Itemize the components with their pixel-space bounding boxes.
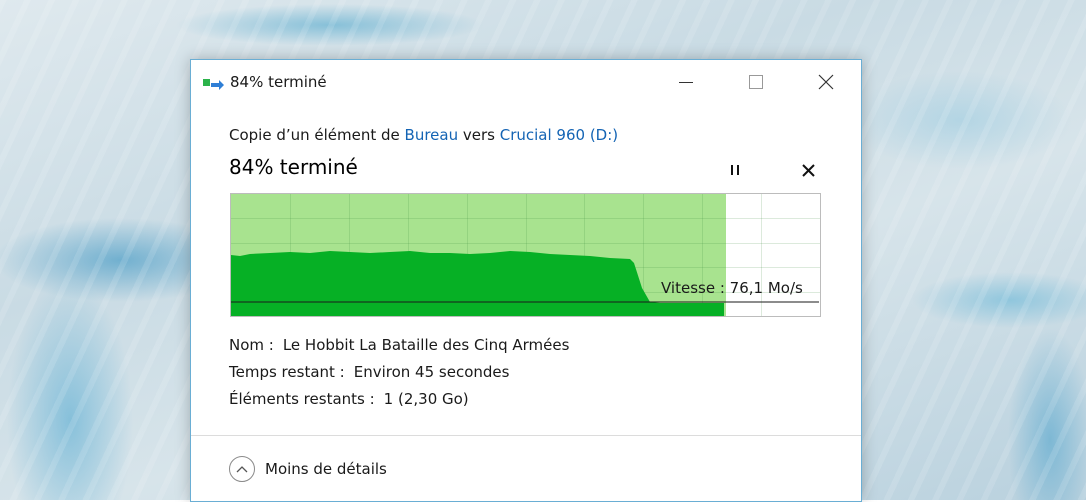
copy-progress-dialog: 84% terminé Copie d’un élément de Bureau…	[190, 59, 862, 502]
cancel-button[interactable]	[798, 160, 818, 180]
time-remaining-row: Temps restant : Environ 45 secondes	[229, 363, 509, 381]
maximize-button[interactable]	[721, 60, 791, 104]
footer-divider	[191, 435, 861, 436]
source-link[interactable]: Bureau	[405, 126, 459, 144]
copy-prefix: Copie d’un élément de	[229, 126, 405, 144]
copy-transfer-icon	[203, 76, 225, 90]
file-name-value: Le Hobbit La Bataille des Cinq Armées	[282, 336, 570, 354]
transfer-speed-graph	[230, 193, 821, 317]
copy-middle: vers	[458, 126, 500, 144]
destination-link[interactable]: Crucial 960 (D:)	[500, 126, 618, 144]
pause-button[interactable]	[725, 160, 745, 180]
minimize-button[interactable]	[651, 60, 721, 104]
time-remaining-value: Environ 45 secondes	[353, 363, 510, 381]
file-name-row: Nom : Le Hobbit La Bataille des Cinq Armé…	[229, 336, 569, 354]
items-remaining-row: Éléments restants : 1 (2,30 Go)	[229, 390, 469, 408]
fewer-details-toggle[interactable]: Moins de détails	[229, 454, 387, 484]
minimize-icon	[679, 81, 693, 83]
pause-icon	[731, 165, 739, 175]
copy-description: Copie d’un élément de Bureau vers Crucia…	[229, 126, 618, 144]
close-button[interactable]	[791, 60, 861, 104]
time-remaining-label: Temps restant :	[229, 363, 345, 381]
window-title: 84% terminé	[230, 73, 327, 91]
chevron-up-icon	[229, 456, 255, 482]
items-remaining-label: Éléments restants :	[229, 390, 375, 408]
progress-heading: 84% terminé	[229, 155, 358, 179]
cancel-icon	[801, 163, 815, 177]
title-bar[interactable]: 84% terminé	[191, 60, 861, 104]
close-icon	[818, 74, 834, 90]
items-remaining-value: 1 (2,30 Go)	[383, 390, 469, 408]
file-name-label: Nom :	[229, 336, 274, 354]
fewer-details-label: Moins de détails	[265, 460, 387, 478]
maximize-icon	[749, 75, 763, 89]
speed-label: Vitesse : 76,1 Mo/s	[661, 279, 803, 297]
